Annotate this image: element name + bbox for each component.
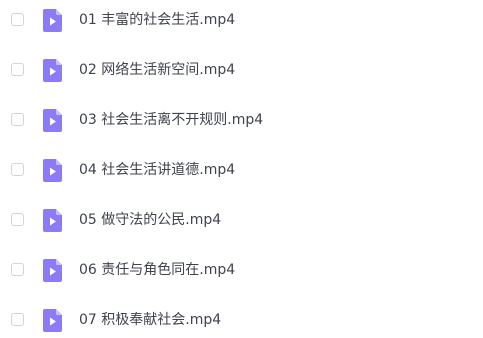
file-row[interactable]: 05 做守法的公民.mp4 — [0, 202, 483, 238]
file-name[interactable]: 07 积极奉献社会.mp4 — [79, 311, 221, 329]
file-checkbox[interactable] — [11, 213, 24, 226]
file-checkbox[interactable] — [11, 263, 24, 276]
video-file-icon — [43, 259, 62, 282]
file-checkbox[interactable] — [11, 63, 24, 76]
file-row[interactable]: 03 社会生活离不开规则.mp4 — [0, 102, 483, 138]
video-file-icon — [43, 109, 62, 132]
video-file-icon — [43, 59, 62, 82]
file-row[interactable]: 04 社会生活讲道德.mp4 — [0, 152, 483, 188]
video-file-icon — [43, 209, 62, 232]
file-name[interactable]: 02 网络生活新空间.mp4 — [79, 61, 235, 79]
file-row[interactable]: 07 积极奉献社会.mp4 — [0, 302, 483, 338]
file-checkbox[interactable] — [11, 13, 24, 26]
file-name[interactable]: 05 做守法的公民.mp4 — [79, 211, 221, 229]
file-name[interactable]: 04 社会生活讲道德.mp4 — [79, 161, 235, 179]
file-row[interactable]: 01 丰富的社会生活.mp4 — [0, 2, 483, 38]
file-name[interactable]: 01 丰富的社会生活.mp4 — [79, 11, 235, 29]
file-checkbox[interactable] — [11, 163, 24, 176]
file-checkbox[interactable] — [11, 313, 24, 326]
video-file-icon — [43, 309, 62, 332]
file-name[interactable]: 03 社会生活离不开规则.mp4 — [79, 111, 263, 129]
video-file-icon — [43, 159, 62, 182]
file-row[interactable]: 02 网络生活新空间.mp4 — [0, 52, 483, 88]
file-checkbox[interactable] — [11, 113, 24, 126]
video-file-icon — [43, 9, 62, 32]
file-name[interactable]: 06 责任与角色同在.mp4 — [79, 261, 235, 279]
file-row[interactable]: 06 责任与角色同在.mp4 — [0, 252, 483, 288]
